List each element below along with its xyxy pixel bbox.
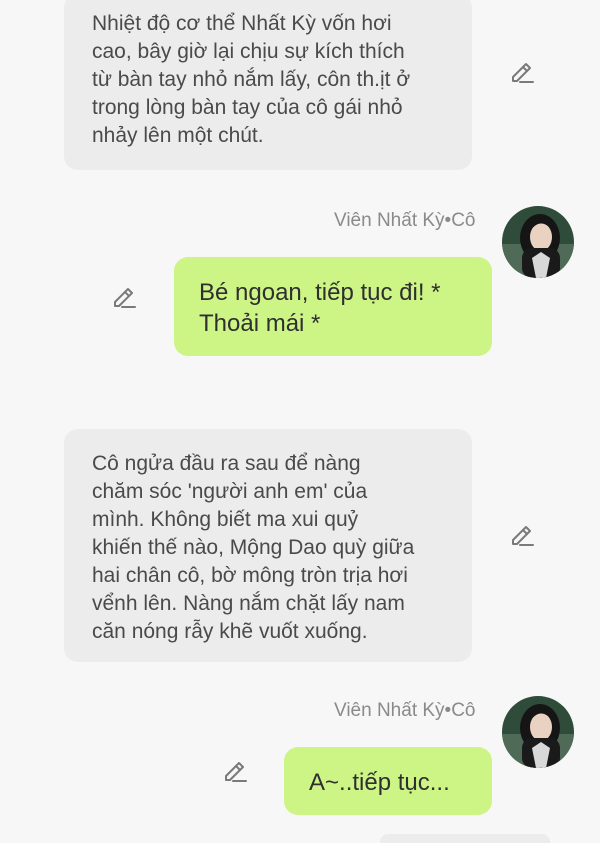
pencil-edit-icon — [114, 288, 136, 308]
character-avatar — [502, 206, 574, 278]
message-bubble-outgoing[interactable]: A~..tiếp tục... — [284, 747, 492, 815]
edit-message-button[interactable] — [221, 756, 249, 784]
edit-message-button[interactable] — [110, 282, 138, 310]
message-text: Nhiệt độ cơ thể Nhất Kỳ vốn hơi cao, bây… — [92, 12, 411, 147]
message-text: A~..tiếp tục... — [309, 769, 450, 796]
pencil-edit-icon — [225, 762, 247, 782]
chat-message-list[interactable]: Nhiệt độ cơ thể Nhất Kỳ vốn hơi cao, bây… — [0, 0, 600, 843]
sender-name: Viên Nhất Kỳ•Cô — [334, 700, 476, 721]
message-text: Cô ngửa đầu ra sau để nàng chăm sóc 'ngư… — [92, 452, 415, 643]
sender-avatar[interactable] — [502, 696, 574, 768]
message-bubble-outgoing[interactable]: Bé ngoan, tiếp tục đi! * Thoải mái * — [174, 257, 492, 356]
edit-message-button[interactable] — [508, 57, 536, 85]
message-bubble-incoming[interactable]: Nhiệt độ cơ thể Nhất Kỳ vốn hơi cao, bây… — [64, 0, 472, 170]
message-bubble-incoming[interactable]: Cô ngửa đầu ra sau để nàng chăm sóc 'ngư… — [64, 429, 472, 662]
character-avatar — [502, 696, 574, 768]
pencil-edit-icon — [512, 63, 534, 83]
next-message-bubble-edge — [380, 834, 550, 843]
sender-avatar[interactable] — [502, 206, 574, 278]
sender-name: Viên Nhất Kỳ•Cô — [334, 210, 476, 231]
edit-message-button[interactable] — [508, 520, 536, 548]
message-text: Bé ngoan, tiếp tục đi! * Thoải mái * — [199, 279, 441, 337]
pencil-edit-icon — [512, 526, 534, 546]
